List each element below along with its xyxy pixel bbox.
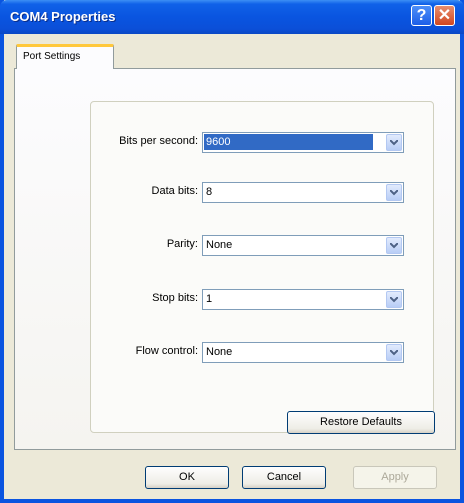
dropdown-button[interactable] xyxy=(386,184,402,201)
dropdown-button[interactable] xyxy=(386,291,402,308)
tab-label: Port Settings xyxy=(23,51,81,62)
window-title: COM4 Properties xyxy=(10,9,116,24)
properties-dialog: COM4 Properties ? ✕ Port Settings Bits p… xyxy=(0,0,464,503)
bits-per-second-label: Bits per second: xyxy=(119,135,198,147)
apply-button[interactable]: Apply xyxy=(353,466,437,489)
data-bits-value: 8 xyxy=(206,186,213,198)
stop-bits-select[interactable]: 1 xyxy=(202,289,404,310)
tab-panel: Bits per second: 9600 Data bits: 8 Parit… xyxy=(14,68,456,450)
chevron-down-icon xyxy=(390,190,398,196)
data-bits-select[interactable]: 8 xyxy=(202,182,404,203)
chevron-down-icon xyxy=(390,140,398,146)
tab-port-settings[interactable]: Port Settings xyxy=(16,44,114,69)
bits-per-second-value: 9600 xyxy=(204,134,373,150)
title-bar[interactable]: COM4 Properties ? ✕ xyxy=(0,0,464,34)
dropdown-button[interactable] xyxy=(386,134,402,151)
dropdown-button[interactable] xyxy=(386,237,402,254)
close-button[interactable]: ✕ xyxy=(434,5,455,26)
help-button[interactable]: ? xyxy=(411,5,432,26)
flow-control-select[interactable]: None xyxy=(202,342,404,363)
bits-per-second-select[interactable]: 9600 xyxy=(202,132,404,153)
stop-bits-value: 1 xyxy=(206,293,213,305)
stop-bits-label: Stop bits: xyxy=(152,292,198,304)
data-bits-label: Data bits: xyxy=(151,185,198,197)
flow-control-label: Flow control: xyxy=(135,345,198,357)
restore-defaults-button[interactable]: Restore Defaults xyxy=(287,411,435,434)
help-icon: ? xyxy=(416,7,427,24)
ok-button[interactable]: OK xyxy=(145,466,229,489)
flow-control-value: None xyxy=(206,346,233,358)
parity-value: None xyxy=(206,239,233,251)
chevron-down-icon xyxy=(390,243,398,249)
chevron-down-icon xyxy=(390,297,398,303)
parity-select[interactable]: None xyxy=(202,235,404,256)
parity-label: Parity: xyxy=(166,238,198,250)
cancel-button[interactable]: Cancel xyxy=(242,466,326,489)
close-icon: ✕ xyxy=(437,7,452,24)
chevron-down-icon xyxy=(390,350,398,356)
dropdown-button[interactable] xyxy=(386,344,402,361)
